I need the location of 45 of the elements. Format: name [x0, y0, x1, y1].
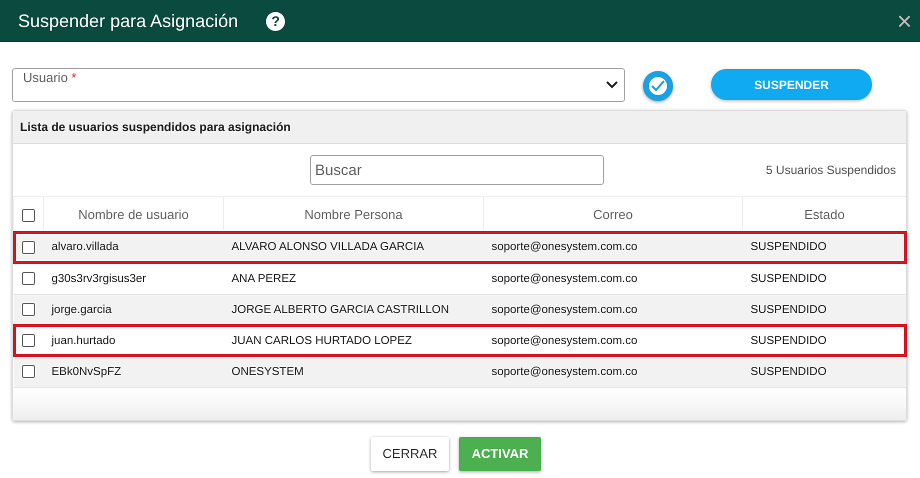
checkbox[interactable]: [22, 334, 35, 347]
table-cell: soporte@onesystem.com.co: [492, 241, 638, 254]
checkbox[interactable]: [22, 272, 35, 285]
column-header[interactable]: Estado: [742, 196, 906, 232]
table-cell: soporte@onesystem.com.co: [492, 304, 638, 316]
table-cell: soporte@onesystem.com.co: [492, 334, 638, 346]
table-cell: JORGE ALBERTO GARCIA CASTRILLON: [232, 304, 450, 316]
close-icon[interactable]: ×: [896, 8, 912, 34]
table-cell: SUSPENDIDO: [750, 334, 827, 346]
window-title: Suspender para Asignación: [18, 10, 238, 32]
table-cell: juan.hurtado: [52, 334, 116, 346]
table-cell: g30s3rv3rgisus3er: [52, 272, 146, 284]
close-button[interactable]: CERRAR: [371, 436, 449, 470]
table-cell: SUSPENDIDO: [750, 304, 827, 316]
search-field[interactable]: Buscar: [310, 155, 604, 185]
table-cell: ONESYSTEM: [232, 366, 304, 378]
table-cell: soporte@onesystem.com.co: [492, 366, 638, 378]
panel-title: Lista de usuarios suspendidos para asignación: [13, 111, 906, 144]
column-header[interactable]: Nombre de usuario: [44, 196, 224, 232]
result-count: 5 Usuarios Suspendidos: [766, 163, 897, 177]
table-row[interactable]: jorge.garcia JORGE ALBERTO GARCIA CASTRILLON soporte@onesystem.com.co SUSPENDIDO: [14, 294, 906, 325]
table-cell: ALVARO ALONSO VILLADA GARCIA: [232, 241, 424, 254]
chevron-down-icon[interactable]: [606, 81, 618, 89]
table-row[interactable]: g30s3rv3rgisus3er ANA PEREZ soporte@onesystem.com.co SUSPENDIDO: [14, 263, 906, 294]
table-cell: JUAN CARLOS HURTADO LOPEZ: [232, 334, 412, 346]
table-cell: SUSPENDIDO: [750, 241, 827, 254]
check-icon: [651, 80, 665, 92]
checkbox[interactable]: [22, 303, 35, 316]
table-cell: jorge.garcia: [52, 304, 112, 316]
table-cell: SUSPENDIDO: [750, 366, 827, 378]
table-cell: soporte@onesystem.com.co: [492, 272, 638, 284]
table-cell: SUSPENDIDO: [750, 272, 827, 284]
help-icon[interactable]: ?: [266, 12, 286, 30]
checkbox[interactable]: [22, 240, 35, 254]
highlighted-row[interactable]: juan.hurtado JUAN CARLOS HURTADO LOPEZ soporte@onesystem.com.co SUSPENDIDO: [14, 325, 906, 356]
checkbox[interactable]: [643, 71, 673, 101]
table-cell: EBk0NvSpFZ: [52, 366, 122, 378]
checkbox[interactable]: [22, 365, 35, 378]
table-cell: alvaro.villada: [52, 241, 119, 254]
column-header[interactable]: Correo: [484, 196, 742, 232]
table-cell: ANA PEREZ: [232, 272, 296, 284]
checkbox[interactable]: [22, 209, 35, 222]
highlighted-row[interactable]: alvaro.villada ALVARO ALONSO VILLADA GARCIA soporte@onesystem.com.co SUSPENDIDO: [14, 232, 906, 263]
column-header[interactable]: Nombre Persona: [224, 196, 484, 232]
table-row[interactable]: EBk0NvSpFZ ONESYSTEM soporte@onesystem.com.co SUSPENDIDO: [14, 356, 906, 387]
